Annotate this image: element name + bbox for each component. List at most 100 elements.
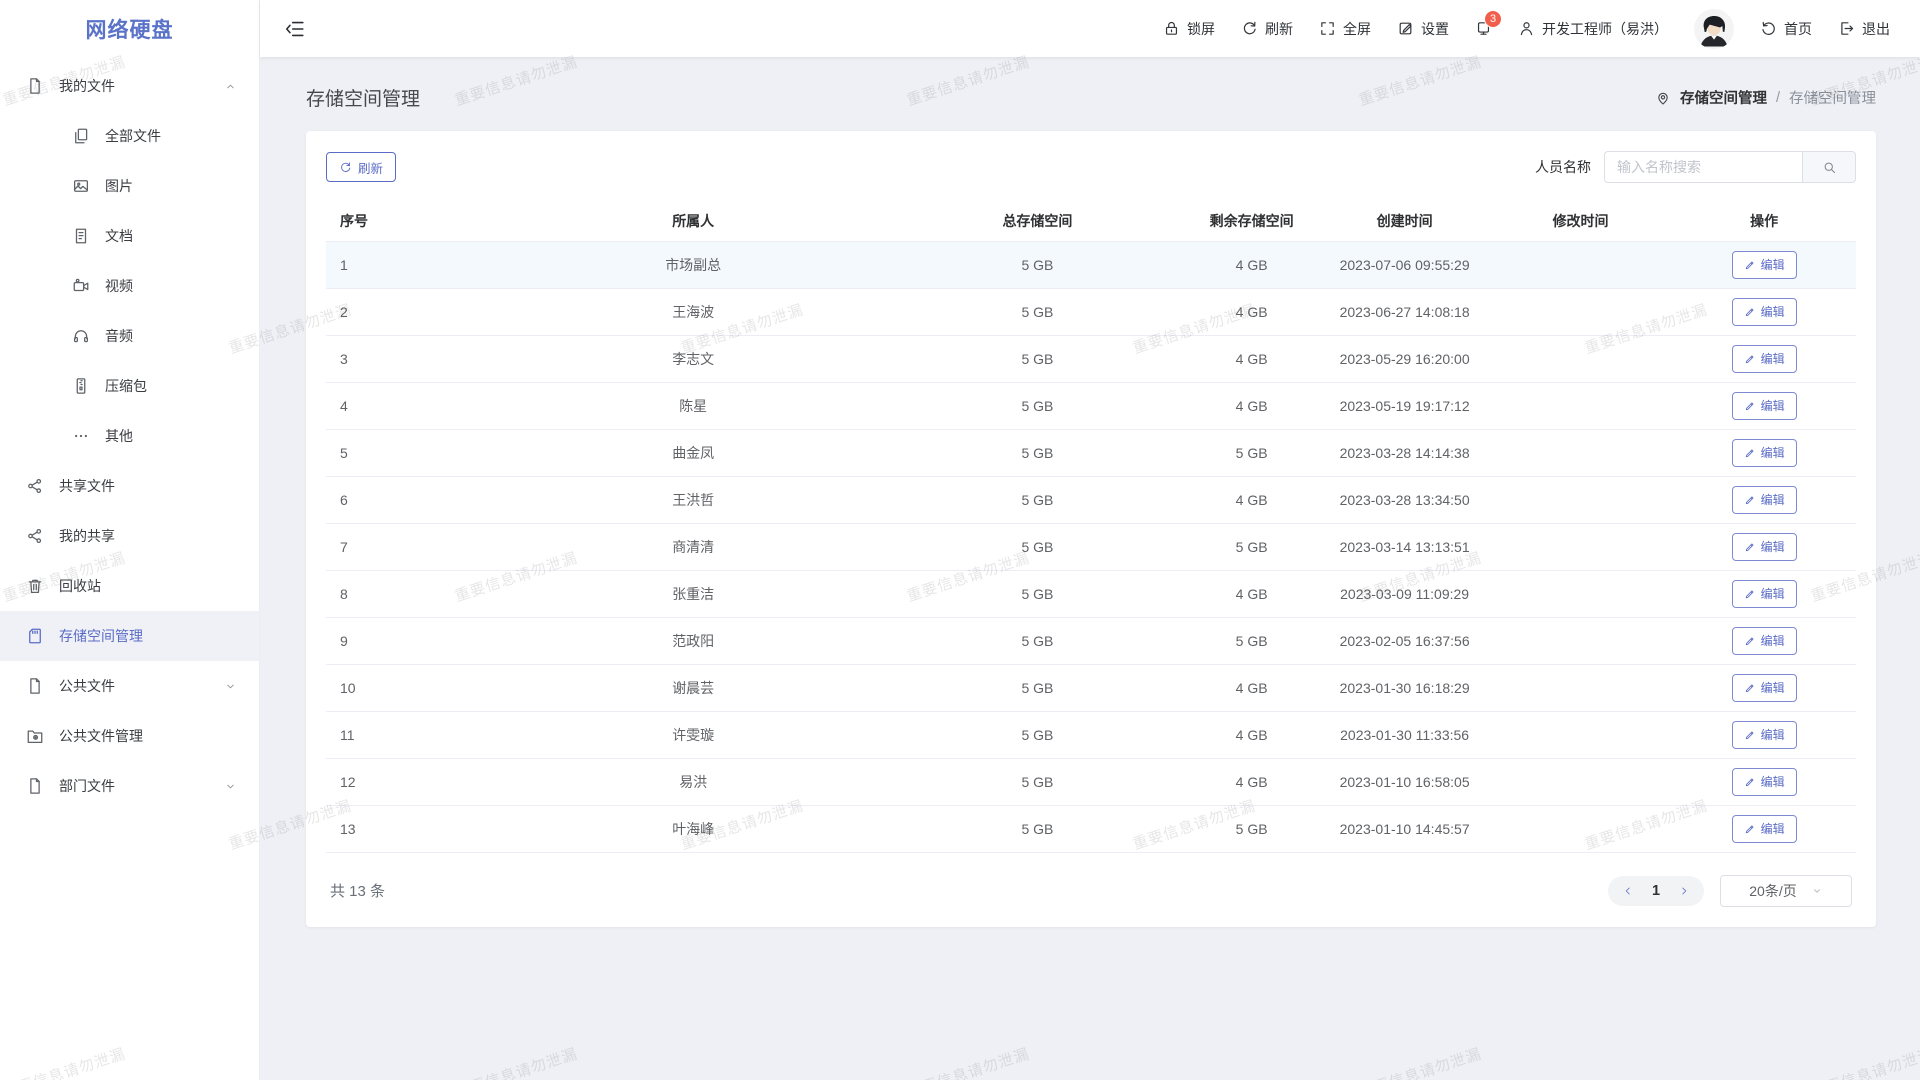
sidebar-item-audio[interactable]: 音频 bbox=[0, 311, 259, 361]
cell-total-space: 5 GB bbox=[892, 805, 1183, 852]
edit-button[interactable]: 编辑 bbox=[1732, 580, 1797, 608]
sidebar-item-label: 全部文件 bbox=[105, 126, 161, 146]
column-header: 剩余存储空间 bbox=[1183, 201, 1321, 241]
app-logo: 网络硬盘 bbox=[0, 0, 259, 57]
refresh-button[interactable]: 刷新 bbox=[326, 152, 396, 182]
person-icon bbox=[1518, 20, 1535, 37]
cell-modified-time bbox=[1489, 335, 1673, 382]
cell-owner: 王海波 bbox=[494, 288, 892, 335]
edit-button[interactable]: 编辑 bbox=[1732, 298, 1797, 326]
lock-icon bbox=[1163, 20, 1180, 37]
edit-button[interactable]: 编辑 bbox=[1732, 721, 1797, 749]
search-button[interactable] bbox=[1802, 151, 1856, 183]
sidebar-collapse-button[interactable] bbox=[284, 18, 306, 40]
cell-total-space: 5 GB bbox=[892, 570, 1183, 617]
column-header: 序号 bbox=[326, 201, 494, 241]
cell-actions: 编辑 bbox=[1672, 805, 1856, 852]
sidebar-item-public-files-management[interactable]: 公共文件管理 bbox=[0, 711, 259, 761]
cell-remaining-space: 4 GB bbox=[1183, 476, 1321, 523]
cell-actions: 编辑 bbox=[1672, 758, 1856, 805]
sidebar-item-label: 我的文件 bbox=[59, 76, 115, 96]
table-row: 5曲金凤5 GB5 GB2023-03-28 14:14:38编辑 bbox=[326, 429, 1856, 476]
cell-actions: 编辑 bbox=[1672, 711, 1856, 758]
undo-icon bbox=[1760, 20, 1777, 37]
cell-modified-time bbox=[1489, 805, 1673, 852]
sidebar-item-label: 存储空间管理 bbox=[59, 626, 143, 646]
share-icon bbox=[26, 527, 44, 545]
header-toolbar: 锁屏 刷新 全屏 设置 3 开发工程师（易洪） 首页 退出 bbox=[1163, 9, 1890, 49]
settings-button[interactable]: 设置 bbox=[1397, 19, 1449, 39]
cell-created-time: 2023-06-27 14:08:18 bbox=[1320, 288, 1488, 335]
more-dots-icon bbox=[72, 427, 90, 445]
sidebar-item-label: 视频 bbox=[105, 276, 133, 296]
sidebar-item-public-files[interactable]: 公共文件 bbox=[0, 661, 259, 711]
table-row: 12易洪5 GB4 GB2023-01-10 16:58:05编辑 bbox=[326, 758, 1856, 805]
column-header: 所属人 bbox=[494, 201, 892, 241]
headphones-icon bbox=[72, 327, 90, 345]
edit-button[interactable]: 编辑 bbox=[1732, 392, 1797, 420]
next-page-button[interactable] bbox=[1670, 876, 1698, 906]
search-input[interactable] bbox=[1604, 151, 1802, 183]
logout-button[interactable]: 退出 bbox=[1838, 19, 1890, 39]
location-pin-icon bbox=[1655, 90, 1671, 106]
table-row: 1市场副总5 GB4 GB2023-07-06 09:55:29编辑 bbox=[326, 241, 1856, 288]
cell-owner: 李志文 bbox=[494, 335, 892, 382]
chevron-down-icon bbox=[224, 680, 237, 693]
edit-button[interactable]: 编辑 bbox=[1732, 674, 1797, 702]
main-column: 锁屏刷新全屏设置3开发工程师（易洪）首页退出 存储空间管理 存储空间管理 / 存… bbox=[260, 0, 1920, 1080]
cell-owner: 张重洁 bbox=[494, 570, 892, 617]
fullscreen-button[interactable]: 全屏 bbox=[1319, 19, 1371, 39]
cell-created-time: 2023-01-30 11:33:56 bbox=[1320, 711, 1488, 758]
prev-page-button[interactable] bbox=[1614, 876, 1642, 906]
sidebar-item-label: 公共文件管理 bbox=[59, 726, 143, 746]
home-button[interactable]: 首页 bbox=[1760, 19, 1812, 39]
sidebar-item-recycle-bin[interactable]: 回收站 bbox=[0, 561, 259, 611]
user-role-menu[interactable]: 开发工程师（易洪） bbox=[1518, 19, 1668, 39]
cell-created-time: 2023-05-19 19:17:12 bbox=[1320, 382, 1488, 429]
breadcrumb-separator: / bbox=[1776, 90, 1780, 106]
cell-modified-time bbox=[1489, 429, 1673, 476]
sidebar-item-others[interactable]: 其他 bbox=[0, 411, 259, 461]
cell-created-time: 2023-01-10 16:58:05 bbox=[1320, 758, 1488, 805]
sidebar-item-department-files[interactable]: 部门文件 bbox=[0, 761, 259, 811]
avatar-icon[interactable] bbox=[1694, 9, 1734, 49]
cell-total-space: 5 GB bbox=[892, 523, 1183, 570]
cell-remaining-space: 4 GB bbox=[1183, 382, 1321, 429]
sidebar-item-documents[interactable]: 文档 bbox=[0, 211, 259, 261]
pencil-icon bbox=[1744, 259, 1756, 271]
edit-button[interactable]: 编辑 bbox=[1732, 768, 1797, 796]
sidebar-item-my-shares[interactable]: 我的共享 bbox=[0, 511, 259, 561]
edit-button[interactable]: 编辑 bbox=[1732, 345, 1797, 373]
sidebar-item-my-files[interactable]: 我的文件 bbox=[0, 61, 259, 111]
notification-bell[interactable]: 3 bbox=[1475, 20, 1492, 37]
breadcrumb-item[interactable]: 存储空间管理 bbox=[1680, 87, 1767, 108]
file-icon bbox=[26, 677, 44, 695]
edit-button[interactable]: 编辑 bbox=[1732, 815, 1797, 843]
cell-owner: 曲金凤 bbox=[494, 429, 892, 476]
edit-button[interactable]: 编辑 bbox=[1732, 486, 1797, 514]
sidebar-item-archives[interactable]: 压缩包 bbox=[0, 361, 259, 411]
sidebar-item-storage-management[interactable]: 存储空间管理 bbox=[0, 611, 259, 661]
refresh-button[interactable]: 刷新 bbox=[1241, 19, 1293, 39]
current-page[interactable]: 1 bbox=[1642, 883, 1670, 899]
edit-button[interactable]: 编辑 bbox=[1732, 533, 1797, 561]
sidebar-item-shared-files[interactable]: 共享文件 bbox=[0, 461, 259, 511]
sidebar-item-videos[interactable]: 视频 bbox=[0, 261, 259, 311]
edit-button[interactable]: 编辑 bbox=[1732, 439, 1797, 467]
edit-button[interactable]: 编辑 bbox=[1732, 251, 1797, 279]
cell-total-space: 5 GB bbox=[892, 382, 1183, 429]
sidebar-item-label: 部门文件 bbox=[59, 776, 115, 796]
cell-index: 6 bbox=[326, 476, 494, 523]
cell-actions: 编辑 bbox=[1672, 429, 1856, 476]
page-size-select[interactable]: 20条/页 bbox=[1720, 875, 1852, 907]
sidebar-item-images[interactable]: 图片 bbox=[0, 161, 259, 211]
logout-label: 退出 bbox=[1862, 19, 1890, 39]
table-row: 7商清清5 GB5 GB2023-03-14 13:13:51编辑 bbox=[326, 523, 1856, 570]
table-header-row: 序号所属人总存储空间剩余存储空间创建时间修改时间操作 bbox=[326, 201, 1856, 241]
sidebar-item-all-files[interactable]: 全部文件 bbox=[0, 111, 259, 161]
storage-table: 序号所属人总存储空间剩余存储空间创建时间修改时间操作 1市场副总5 GB4 GB… bbox=[326, 201, 1856, 853]
cell-actions: 编辑 bbox=[1672, 664, 1856, 711]
lock-screen-button[interactable]: 锁屏 bbox=[1163, 19, 1215, 39]
cell-actions: 编辑 bbox=[1672, 570, 1856, 617]
edit-button[interactable]: 编辑 bbox=[1732, 627, 1797, 655]
